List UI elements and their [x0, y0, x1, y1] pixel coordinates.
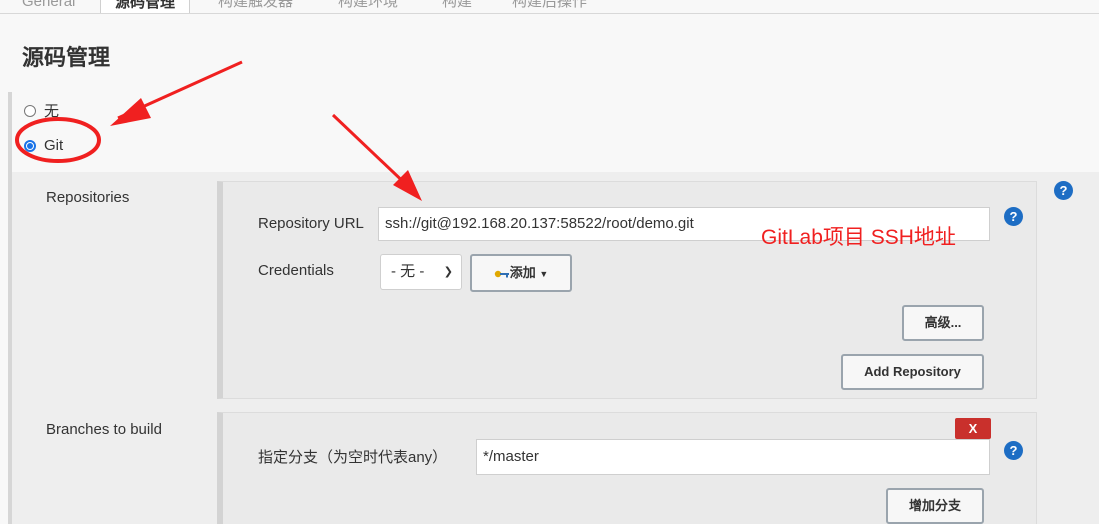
credentials-label: Credentials [258, 262, 334, 279]
annotation-arrow-left [117, 60, 243, 120]
add-credentials-label: 添加 [509, 265, 536, 280]
section-title: 源码管理 [22, 45, 111, 70]
annotation-text: GitLab项目 SSH地址 [761, 226, 956, 249]
tab-post-build[interactable]: 构建后操作 [512, 0, 587, 13]
radio-none[interactable] [24, 104, 36, 117]
branches-label: Branches to build [46, 421, 162, 438]
help-icon[interactable]: ? [1004, 441, 1023, 460]
branch-specifier-label: 指定分支（为空时代表any） [258, 449, 448, 466]
repository-url-label: Repository URL [258, 215, 364, 232]
scm-option-none-label: 无 [44, 103, 60, 120]
credentials-select-value: - 无 - [391, 263, 425, 280]
caret-down-icon: ▼ [539, 269, 549, 279]
tab-general[interactable]: General [22, 0, 75, 13]
radio-git[interactable] [24, 139, 36, 152]
tab-scm[interactable]: 源码管理 [100, 0, 191, 14]
repositories-label: Repositories [46, 189, 130, 206]
scm-option-none[interactable]: 无 [24, 100, 59, 121]
credentials-select[interactable]: - 无 - ❯ [380, 254, 462, 290]
help-icon[interactable]: ? [1054, 181, 1073, 200]
tab-build-triggers[interactable]: 构建触发器 [218, 0, 293, 13]
scm-option-git-label: Git [44, 137, 64, 154]
add-repository-button[interactable]: Add Repository [841, 354, 984, 390]
scm-option-git[interactable]: Git [24, 137, 63, 154]
add-branch-button[interactable]: 增加分支 [886, 488, 984, 524]
help-icon[interactable]: ? [1004, 207, 1023, 226]
annotation-arrowhead-left [110, 98, 151, 126]
tab-divider [0, 13, 1099, 14]
chevron-down-icon: ❯ [443, 266, 453, 278]
branch-specifier-input[interactable]: */master [476, 439, 990, 475]
delete-branch-button[interactable]: X [955, 418, 991, 439]
advanced-button[interactable]: 高级... [902, 305, 984, 341]
tab-bar: General 源码管理 构建触发器 构建环境 构建 构建后操作 [0, 0, 1099, 14]
tab-build[interactable]: 构建 [442, 0, 472, 13]
key-icon [494, 270, 509, 278]
add-credentials-button[interactable]: 添加 ▼ [470, 254, 572, 292]
tab-build-environment[interactable]: 构建环境 [338, 0, 398, 13]
